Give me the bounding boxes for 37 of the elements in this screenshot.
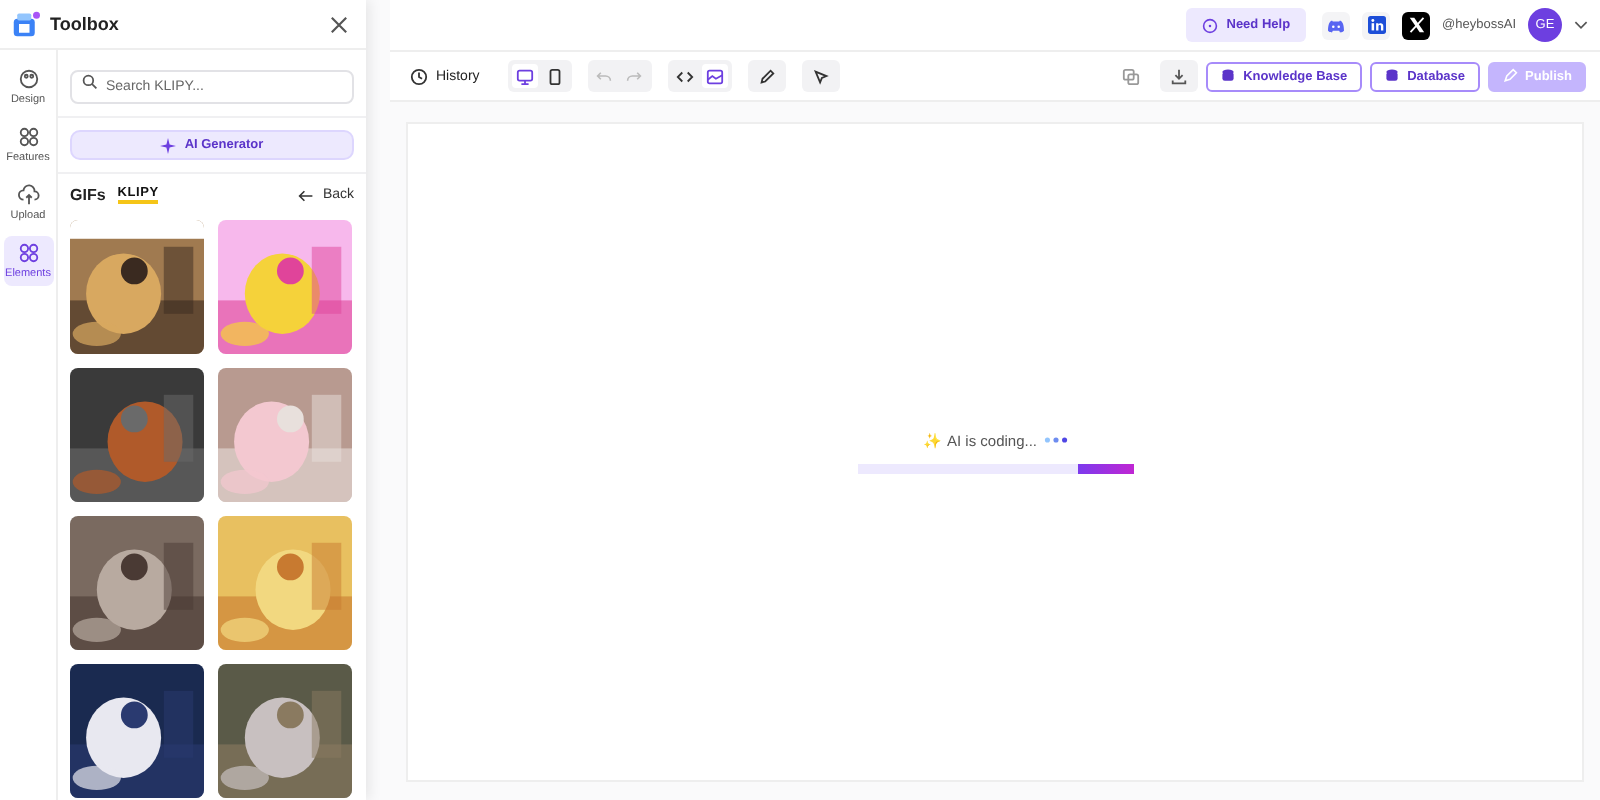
section-title: GIFs [70, 186, 106, 204]
close-icon [330, 15, 348, 33]
pencil-icon [757, 67, 776, 85]
discord-button[interactable] [1322, 11, 1351, 39]
x-icon [1407, 16, 1426, 34]
copy-button[interactable] [1117, 63, 1144, 89]
select-button[interactable] [801, 60, 840, 92]
redo-icon [626, 68, 643, 84]
download-button[interactable] [1159, 60, 1198, 92]
download-icon [1169, 67, 1188, 85]
grid-icon [17, 126, 39, 148]
discord-icon [1326, 17, 1347, 33]
database-icon [1383, 68, 1400, 84]
code-icon [675, 67, 694, 85]
linkedin-button[interactable] [1362, 11, 1391, 39]
clock-icon [410, 67, 428, 85]
cloud-upload-icon [17, 184, 39, 206]
phone-icon [545, 67, 564, 85]
copy-icon [1121, 67, 1140, 85]
logo-icon [12, 10, 40, 38]
chevron-down-icon[interactable] [1574, 20, 1588, 30]
monitor-icon [515, 67, 534, 85]
arrow-left-icon [298, 187, 315, 203]
loading-dots-icon [1043, 436, 1068, 444]
database-icon [1219, 68, 1236, 84]
undo-icon [596, 68, 613, 84]
x-button[interactable] [1402, 11, 1431, 39]
linkedin-icon [1367, 16, 1386, 34]
edit-button[interactable] [747, 60, 786, 92]
sparkle-icon [160, 137, 177, 153]
grid-icon [17, 242, 39, 264]
desktop-view-button[interactable] [511, 64, 538, 88]
image-icon [705, 67, 724, 85]
help-icon [1202, 17, 1219, 33]
cursor-icon [811, 67, 830, 85]
panel-title: Toolbox [50, 14, 121, 34]
preview-button[interactable] [701, 64, 728, 88]
